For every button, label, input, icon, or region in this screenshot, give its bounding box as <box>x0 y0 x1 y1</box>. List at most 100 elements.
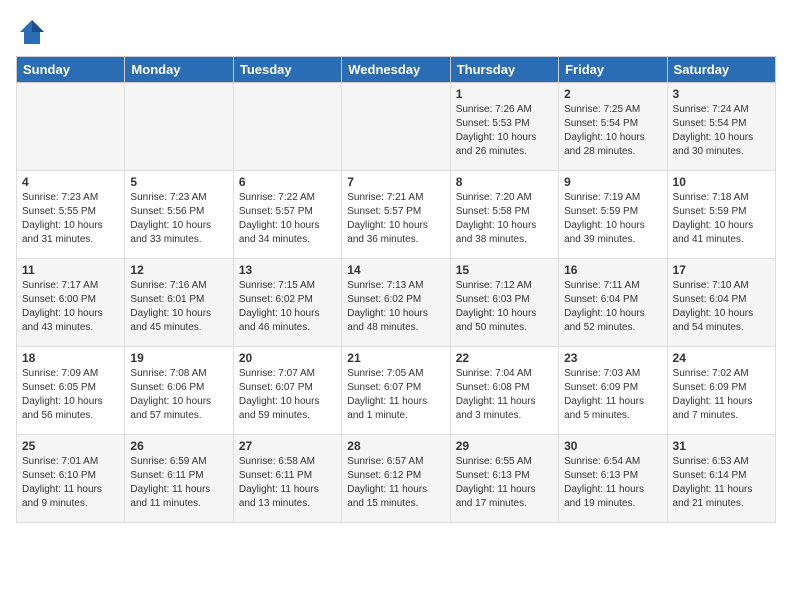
calendar-week-2: 4 Sunrise: 7:23 AM Sunset: 5:55 PM Daylig… <box>17 171 776 259</box>
calendar-cell: 22 Sunrise: 7:04 AM Sunset: 6:08 PM Dayli… <box>450 347 558 435</box>
calendar-cell: 26 Sunrise: 6:59 AM Sunset: 6:11 PM Dayli… <box>125 435 233 523</box>
calendar-cell: 14 Sunrise: 7:13 AM Sunset: 6:02 PM Dayli… <box>342 259 450 347</box>
day-info: Sunrise: 6:55 AM Sunset: 6:13 PM Dayligh… <box>456 455 553 511</box>
calendar-cell: 11Sunrise: 7:17 AM Sunset: 6:00 PM Dayli… <box>17 259 125 347</box>
day-number: 29 <box>456 439 553 453</box>
header-sunday: Sunday <box>17 57 125 83</box>
logo-icon <box>16 16 48 48</box>
logo <box>16 16 52 48</box>
day-info: Sunrise: 7:09 AM Sunset: 6:05 PM Dayligh… <box>22 367 119 423</box>
calendar-cell: 7Sunrise: 7:21 AM Sunset: 5:57 PM Daylig… <box>342 171 450 259</box>
header-friday: Friday <box>559 57 667 83</box>
day-number: 6 <box>239 175 336 189</box>
calendar-cell: 29 Sunrise: 6:55 AM Sunset: 6:13 PM Dayli… <box>450 435 558 523</box>
day-info: Sunrise: 7:15 AM Sunset: 6:02 PM Dayligh… <box>239 279 336 335</box>
day-number: 10 <box>673 175 770 189</box>
calendar-cell <box>17 83 125 171</box>
calendar-header-row: SundayMondayTuesdayWednesdayThursdayFrid… <box>17 57 776 83</box>
day-info: Sunrise: 7:20 AM Sunset: 5:58 PM Dayligh… <box>456 191 553 247</box>
calendar-cell: 17 Sunrise: 7:10 AM Sunset: 6:04 PM Dayli… <box>667 259 775 347</box>
day-info: Sunrise: 7:03 AM Sunset: 6:09 PM Dayligh… <box>564 367 661 423</box>
day-number: 3 <box>673 87 770 101</box>
day-number: 14 <box>347 263 444 277</box>
calendar-week-4: 18 Sunrise: 7:09 AM Sunset: 6:05 PM Dayli… <box>17 347 776 435</box>
calendar-cell: 25Sunrise: 7:01 AM Sunset: 6:10 PM Dayli… <box>17 435 125 523</box>
day-number: 22 <box>456 351 553 365</box>
calendar-cell: 21 Sunrise: 7:05 AM Sunset: 6:07 PM Dayli… <box>342 347 450 435</box>
day-info: Sunrise: 7:10 AM Sunset: 6:04 PM Dayligh… <box>673 279 770 335</box>
calendar-cell: 3Sunrise: 7:24 AM Sunset: 5:54 PM Daylig… <box>667 83 775 171</box>
calendar-week-3: 11Sunrise: 7:17 AM Sunset: 6:00 PM Dayli… <box>17 259 776 347</box>
day-info: Sunrise: 7:16 AM Sunset: 6:01 PM Dayligh… <box>130 279 227 335</box>
day-number: 30 <box>564 439 661 453</box>
calendar-cell: 12 Sunrise: 7:16 AM Sunset: 6:01 PM Dayli… <box>125 259 233 347</box>
day-number: 31 <box>673 439 770 453</box>
day-info: Sunrise: 7:02 AM Sunset: 6:09 PM Dayligh… <box>673 367 770 423</box>
day-number: 28 <box>347 439 444 453</box>
day-info: Sunrise: 7:23 AM Sunset: 5:56 PM Dayligh… <box>130 191 227 247</box>
day-number: 13 <box>239 263 336 277</box>
day-info: Sunrise: 7:13 AM Sunset: 6:02 PM Dayligh… <box>347 279 444 335</box>
calendar-cell: 13 Sunrise: 7:15 AM Sunset: 6:02 PM Dayli… <box>233 259 341 347</box>
calendar-cell: 10Sunrise: 7:18 AM Sunset: 5:59 PM Dayli… <box>667 171 775 259</box>
calendar-cell: 5 Sunrise: 7:23 AM Sunset: 5:56 PM Daylig… <box>125 171 233 259</box>
day-number: 7 <box>347 175 444 189</box>
calendar-cell: 15 Sunrise: 7:12 AM Sunset: 6:03 PM Dayli… <box>450 259 558 347</box>
header-saturday: Saturday <box>667 57 775 83</box>
day-info: Sunrise: 7:12 AM Sunset: 6:03 PM Dayligh… <box>456 279 553 335</box>
day-info: Sunrise: 7:19 AM Sunset: 5:59 PM Dayligh… <box>564 191 661 247</box>
calendar-cell: 1Sunrise: 7:26 AM Sunset: 5:53 PM Daylig… <box>450 83 558 171</box>
day-number: 8 <box>456 175 553 189</box>
day-info: Sunrise: 6:54 AM Sunset: 6:13 PM Dayligh… <box>564 455 661 511</box>
day-number: 1 <box>456 87 553 101</box>
calendar-cell: 8 Sunrise: 7:20 AM Sunset: 5:58 PM Daylig… <box>450 171 558 259</box>
calendar-cell: 6 Sunrise: 7:22 AM Sunset: 5:57 PM Daylig… <box>233 171 341 259</box>
day-info: Sunrise: 6:57 AM Sunset: 6:12 PM Dayligh… <box>347 455 444 511</box>
day-number: 4 <box>22 175 119 189</box>
day-number: 17 <box>673 263 770 277</box>
day-info: Sunrise: 7:25 AM Sunset: 5:54 PM Dayligh… <box>564 103 661 159</box>
calendar-cell: 9 Sunrise: 7:19 AM Sunset: 5:59 PM Daylig… <box>559 171 667 259</box>
day-number: 23 <box>564 351 661 365</box>
header-wednesday: Wednesday <box>342 57 450 83</box>
day-number: 26 <box>130 439 227 453</box>
day-info: Sunrise: 6:59 AM Sunset: 6:11 PM Dayligh… <box>130 455 227 511</box>
day-info: Sunrise: 7:07 AM Sunset: 6:07 PM Dayligh… <box>239 367 336 423</box>
header <box>16 16 776 48</box>
day-info: Sunrise: 7:05 AM Sunset: 6:07 PM Dayligh… <box>347 367 444 423</box>
day-info: Sunrise: 7:22 AM Sunset: 5:57 PM Dayligh… <box>239 191 336 247</box>
day-number: 15 <box>456 263 553 277</box>
calendar-cell: 24 Sunrise: 7:02 AM Sunset: 6:09 PM Dayli… <box>667 347 775 435</box>
calendar-week-1: 1Sunrise: 7:26 AM Sunset: 5:53 PM Daylig… <box>17 83 776 171</box>
day-number: 11 <box>22 263 119 277</box>
day-info: Sunrise: 7:04 AM Sunset: 6:08 PM Dayligh… <box>456 367 553 423</box>
calendar-cell: 23 Sunrise: 7:03 AM Sunset: 6:09 PM Dayli… <box>559 347 667 435</box>
day-info: Sunrise: 7:11 AM Sunset: 6:04 PM Dayligh… <box>564 279 661 335</box>
day-info: Sunrise: 7:23 AM Sunset: 5:55 PM Dayligh… <box>22 191 119 247</box>
calendar-cell <box>233 83 341 171</box>
calendar-cell: 18 Sunrise: 7:09 AM Sunset: 6:05 PM Dayli… <box>17 347 125 435</box>
day-number: 16 <box>564 263 661 277</box>
day-number: 25 <box>22 439 119 453</box>
header-tuesday: Tuesday <box>233 57 341 83</box>
day-number: 12 <box>130 263 227 277</box>
header-thursday: Thursday <box>450 57 558 83</box>
header-monday: Monday <box>125 57 233 83</box>
calendar-week-5: 25Sunrise: 7:01 AM Sunset: 6:10 PM Dayli… <box>17 435 776 523</box>
calendar-cell: 19 Sunrise: 7:08 AM Sunset: 6:06 PM Dayli… <box>125 347 233 435</box>
calendar-cell: 27Sunrise: 6:58 AM Sunset: 6:11 PM Dayli… <box>233 435 341 523</box>
calendar-cell: 4 Sunrise: 7:23 AM Sunset: 5:55 PM Daylig… <box>17 171 125 259</box>
calendar-cell <box>125 83 233 171</box>
day-number: 21 <box>347 351 444 365</box>
calendar-cell: 2 Sunrise: 7:25 AM Sunset: 5:54 PM Daylig… <box>559 83 667 171</box>
calendar-cell: 20Sunrise: 7:07 AM Sunset: 6:07 PM Dayli… <box>233 347 341 435</box>
day-number: 18 <box>22 351 119 365</box>
day-number: 2 <box>564 87 661 101</box>
calendar-cell: 31Sunrise: 6:53 AM Sunset: 6:14 PM Dayli… <box>667 435 775 523</box>
day-info: Sunrise: 7:08 AM Sunset: 6:06 PM Dayligh… <box>130 367 227 423</box>
day-number: 27 <box>239 439 336 453</box>
day-number: 9 <box>564 175 661 189</box>
day-number: 5 <box>130 175 227 189</box>
day-number: 19 <box>130 351 227 365</box>
day-number: 24 <box>673 351 770 365</box>
